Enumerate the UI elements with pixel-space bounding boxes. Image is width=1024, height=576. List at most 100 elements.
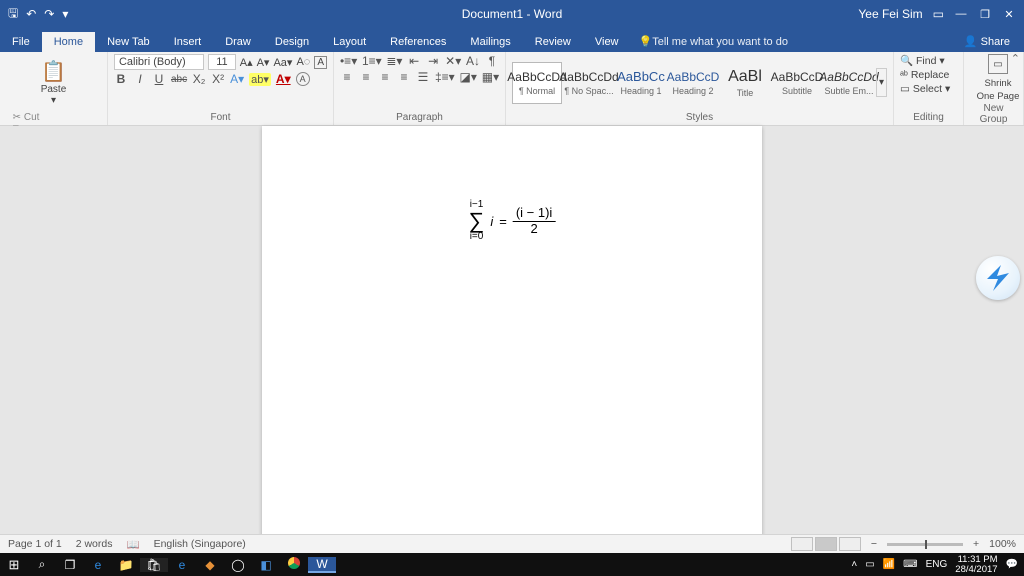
- tab-mailings[interactable]: Mailings: [458, 32, 522, 52]
- document-page[interactable]: i−1 ∑ i=0 i = (i − 1)i 2: [262, 126, 762, 539]
- tray-language[interactable]: ENG: [926, 559, 948, 570]
- undo-icon[interactable]: ↶: [26, 7, 36, 21]
- collapse-ribbon-button[interactable]: ⌃: [1011, 52, 1020, 65]
- subscript-button[interactable]: X₂: [192, 72, 206, 86]
- style-no-spacing[interactable]: AaBbCcDd¶ No Spac...: [564, 62, 614, 104]
- taskbar-store[interactable]: 🛍: [140, 558, 168, 572]
- asian-layout-button[interactable]: ✕▾: [445, 54, 461, 68]
- view-read-mode[interactable]: [791, 537, 813, 551]
- status-language[interactable]: English (Singapore): [154, 538, 246, 550]
- shrink-font-button[interactable]: A▾: [257, 56, 270, 69]
- tray-wifi-icon[interactable]: 📶: [883, 559, 895, 570]
- taskbar-edge[interactable]: e: [84, 558, 112, 572]
- tab-new[interactable]: New Tab: [95, 32, 162, 52]
- align-right-button[interactable]: ≡: [378, 70, 392, 84]
- tab-review[interactable]: Review: [523, 32, 583, 52]
- numbering-button[interactable]: 1≡▾: [362, 54, 381, 68]
- redo-icon[interactable]: ↷: [44, 7, 54, 21]
- ribbon-options-icon[interactable]: ▭: [933, 7, 944, 21]
- select-button[interactable]: ▭ Select ▾: [900, 83, 957, 95]
- status-page[interactable]: Page 1 of 1: [8, 538, 62, 550]
- align-center-button[interactable]: ≡: [359, 70, 373, 84]
- zoom-level[interactable]: 100%: [989, 538, 1016, 550]
- text-effects-button[interactable]: A▾: [230, 72, 244, 86]
- highlight-button[interactable]: ab▾: [249, 73, 271, 86]
- justify-button[interactable]: ≡: [397, 70, 411, 84]
- tray-keyboard-icon[interactable]: ⌨: [903, 559, 917, 570]
- grow-font-button[interactable]: A▴: [240, 56, 253, 69]
- zoom-in-button[interactable]: +: [973, 538, 979, 550]
- taskbar-app2[interactable]: ◯: [224, 558, 252, 572]
- line-spacing-button[interactable]: ‡≡▾: [435, 70, 455, 84]
- style-heading2[interactable]: AaBbCcDHeading 2: [668, 62, 718, 104]
- style-subtle-em[interactable]: AaBbCcDdSubtle Em...: [824, 62, 874, 104]
- show-marks-button[interactable]: ¶: [485, 54, 499, 68]
- font-color-button[interactable]: A▾: [276, 72, 291, 86]
- superscript-button[interactable]: X²: [211, 72, 225, 86]
- tab-file[interactable]: File: [0, 32, 42, 52]
- find-button[interactable]: 🔍 Find ▾: [900, 54, 957, 67]
- minimize-button[interactable]: —: [954, 8, 968, 20]
- tab-insert[interactable]: Insert: [162, 32, 214, 52]
- multilevel-button[interactable]: ≣▾: [386, 54, 402, 68]
- clear-formatting-button[interactable]: A◌: [296, 56, 310, 68]
- style-title[interactable]: AaBlTitle: [720, 62, 770, 104]
- style-subtitle[interactable]: AaBbCcDSubtitle: [772, 62, 822, 104]
- shading-button[interactable]: ◪▾: [460, 70, 477, 84]
- save-icon[interactable]: 🖫: [8, 4, 18, 25]
- align-left-button[interactable]: ≡: [340, 70, 354, 84]
- cut-button[interactable]: ✂ Cut: [13, 112, 95, 123]
- tab-home[interactable]: Home: [42, 32, 95, 52]
- tab-references[interactable]: References: [378, 32, 458, 52]
- tray-battery-icon[interactable]: ▭: [865, 559, 874, 570]
- tell-me-search[interactable]: Tell me what you want to do: [631, 31, 796, 52]
- taskbar-app3[interactable]: ◧: [252, 558, 280, 572]
- view-print-layout[interactable]: [815, 537, 837, 551]
- tab-layout[interactable]: Layout: [321, 32, 378, 52]
- replace-button[interactable]: ᵃᵇ Replace: [900, 69, 957, 81]
- tray-clock[interactable]: 11:31 PM 28/4/2017: [955, 555, 997, 575]
- style-heading1[interactable]: AaBbCcHeading 1: [616, 62, 666, 104]
- taskbar-chrome[interactable]: [280, 557, 308, 572]
- font-name-combo[interactable]: Calibri (Body): [114, 54, 204, 70]
- borders-button[interactable]: ▦▾: [482, 70, 499, 84]
- tab-view[interactable]: View: [583, 32, 631, 52]
- styles-more-button[interactable]: ▾: [876, 68, 887, 97]
- close-button[interactable]: ✕: [1002, 8, 1016, 21]
- decrease-indent-button[interactable]: ⇤: [407, 54, 421, 68]
- phonetic-guide-button[interactable]: A: [314, 56, 327, 69]
- zoom-out-button[interactable]: −: [871, 538, 877, 550]
- tab-design[interactable]: Design: [263, 32, 321, 52]
- search-button[interactable]: ⌕: [28, 557, 56, 572]
- bullets-button[interactable]: •≡▾: [340, 54, 357, 68]
- thunder-app-icon[interactable]: [976, 256, 1020, 300]
- italic-button[interactable]: I: [133, 72, 147, 86]
- paste-button[interactable]: 📋 Paste ▾: [34, 54, 72, 110]
- style-normal[interactable]: AaBbCcDd¶ Normal: [512, 62, 562, 104]
- qat-more-icon[interactable]: ▾: [62, 7, 68, 21]
- taskbar-ie[interactable]: e: [168, 558, 196, 572]
- tab-draw[interactable]: Draw: [213, 32, 263, 52]
- start-button[interactable]: ⊞: [0, 557, 28, 573]
- tray-notifications-icon[interactable]: 💬: [1006, 559, 1018, 570]
- status-spell-icon[interactable]: 📖: [126, 538, 139, 551]
- equation[interactable]: i−1 ∑ i=0 i = (i − 1)i 2: [469, 200, 556, 242]
- change-case-button[interactable]: Aa▾: [273, 56, 292, 69]
- distributed-button[interactable]: ☰: [416, 70, 430, 84]
- taskbar-word[interactable]: W: [308, 557, 336, 573]
- zoom-slider[interactable]: [887, 543, 963, 546]
- font-size-combo[interactable]: 11: [208, 54, 236, 70]
- strikethrough-button[interactable]: abc: [171, 74, 187, 85]
- maximize-button[interactable]: ❐: [978, 8, 992, 21]
- sort-button[interactable]: A↓: [466, 54, 480, 68]
- tray-chevron-icon[interactable]: ˄: [851, 559, 857, 570]
- underline-button[interactable]: U: [152, 72, 166, 86]
- share-button[interactable]: 👤 Share: [950, 31, 1024, 52]
- increase-indent-button[interactable]: ⇥: [426, 54, 440, 68]
- taskbar-app1[interactable]: ◆: [196, 558, 224, 572]
- view-web-layout[interactable]: [839, 537, 861, 551]
- taskbar-explorer[interactable]: 📁: [112, 558, 140, 572]
- task-view-button[interactable]: ❐: [56, 558, 84, 572]
- bold-button[interactable]: B: [114, 72, 128, 86]
- enclose-chars-button[interactable]: A: [296, 72, 310, 86]
